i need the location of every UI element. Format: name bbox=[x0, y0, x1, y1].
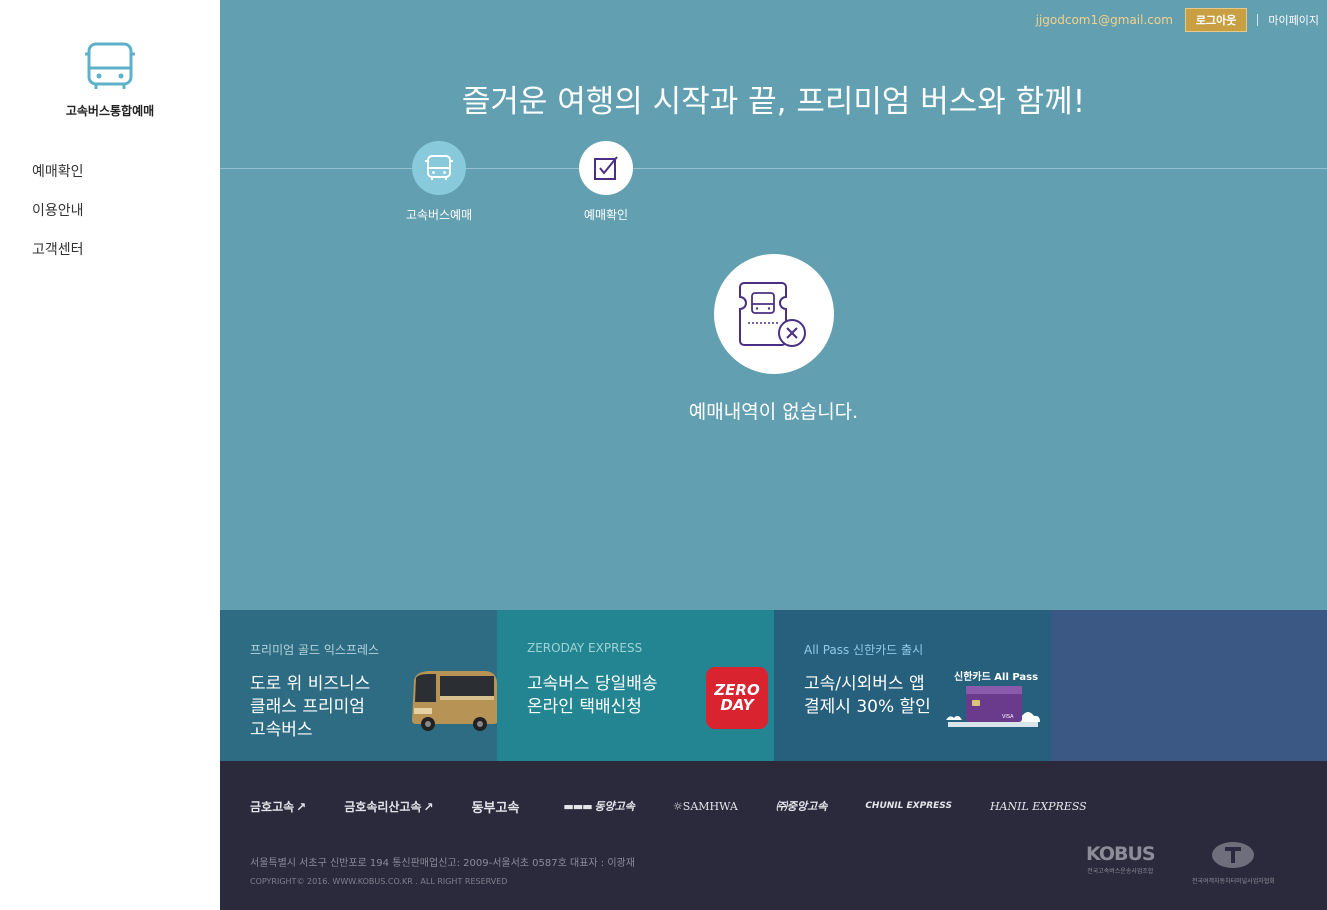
step-bus-reservation[interactable]: 고속버스예매 bbox=[389, 141, 489, 223]
bus-icon bbox=[412, 141, 466, 195]
promo-subtitle: ZERODAY EXPRESS bbox=[527, 641, 643, 655]
stripes-icon: ▬▬▬ bbox=[563, 800, 595, 813]
user-email: jjgodcom1@gmail.com bbox=[1035, 13, 1173, 27]
association-emblem-icon bbox=[1212, 842, 1255, 868]
sidebar: 고속버스통합예매 예매확인 이용안내 고객센터 bbox=[0, 0, 220, 910]
empty-message: 예매내역이 없습니다. bbox=[688, 401, 859, 423]
promo-title: 고속버스 당일배송 온라인 택배신청 bbox=[527, 674, 658, 717]
partner-name: SAMHWA bbox=[682, 799, 738, 813]
terminal-association-logo[interactable]: 전국여객자동차터미널사업자협회 bbox=[1192, 841, 1275, 885]
main-area: jjgodcom1@gmail.com 로그아웃 마이페이지 즐거운 여행의 시… bbox=[220, 0, 1327, 610]
company-address: 서울특별시 서초구 신반포로 194 통신판매업신고: 2009-서울서초 05… bbox=[250, 858, 635, 869]
partner-samhwa[interactable]: ☼SAMHWA bbox=[673, 800, 738, 813]
promo-subtitle: 프리미엄 골드 익스프레스 bbox=[250, 643, 380, 657]
kobus-logo[interactable]: KOBUS 전국고속버스운송사업조합 bbox=[1086, 843, 1156, 875]
promo-banners: 프리미엄 골드 익스프레스 도로 위 비즈니스 클래스 프리미엄 고속버스 ZE… bbox=[220, 610, 1327, 761]
step-line bbox=[220, 168, 1327, 169]
svg-text:VISA: VISA bbox=[1002, 714, 1014, 720]
bus-logo-icon bbox=[82, 40, 138, 92]
footer: 금호고속 ↗ 금호속리산고속 ↗ 동부고속 ▬▬▬ 동양고속 ☼SAMHWA ㈜중앙… bbox=[220, 761, 1327, 910]
no-ticket-icon bbox=[714, 254, 834, 374]
gold-bus-image bbox=[412, 671, 498, 731]
partner-kumho[interactable]: 금호고속 ↗ bbox=[250, 798, 306, 815]
arrow-icon: ↗ bbox=[423, 799, 434, 814]
partner-name: 금호고속 bbox=[250, 799, 295, 814]
shinhan-card-image: VISA bbox=[946, 686, 1040, 727]
brand-logo-link[interactable]: 고속버스통합예매 bbox=[0, 40, 220, 119]
brand-title: 고속버스통합예매 bbox=[65, 104, 155, 118]
promo-subtitle: All Pass 신한카드 출시 bbox=[804, 643, 924, 657]
mypage-link[interactable]: 마이페이지 bbox=[1268, 12, 1319, 28]
menu-customer-center[interactable]: 고객센터 bbox=[32, 240, 84, 279]
copyright: COPYRIGHT© 2016. WWW.KOBUS.CO.KR . ALL R… bbox=[250, 877, 508, 886]
card-caption: 신한카드 All Pass bbox=[954, 672, 1039, 683]
association-name: 전국여객자동차터미널사업자협회 bbox=[1192, 878, 1275, 885]
promo-gold-express[interactable]: 프리미엄 골드 익스프레스 도로 위 비즈니스 클래스 프리미엄 고속버스 bbox=[220, 610, 498, 761]
step-label: 고속버스예매 bbox=[405, 208, 473, 222]
zeroday-logo-text: ZERO DAY bbox=[714, 681, 760, 714]
step-reservation-check[interactable]: 예매확인 bbox=[556, 141, 656, 223]
side-menu: 예매확인 이용안내 고객센터 bbox=[32, 162, 84, 279]
logout-button[interactable]: 로그아웃 bbox=[1184, 8, 1248, 32]
kobus-subtitle: 전국고속버스운송사업조합 bbox=[1087, 868, 1154, 875]
page-headline: 즐거운 여행의 시작과 끝, 프리미엄 버스와 함께! bbox=[461, 84, 1086, 120]
promo-empty bbox=[1051, 610, 1327, 761]
partner-hanil[interactable]: HANIL EXPRESS bbox=[990, 800, 1087, 813]
menu-reservation-check[interactable]: 예매확인 bbox=[32, 162, 84, 201]
sun-icon: ☼ bbox=[672, 799, 683, 813]
promo-zeroday[interactable]: ZERODAY EXPRESS 고속버스 당일배송 온라인 택배신청 ZERO … bbox=[497, 610, 774, 761]
step-label: 예매확인 bbox=[583, 208, 629, 222]
divider bbox=[1257, 14, 1259, 26]
partner-logos: 금호고속 ↗ 금호속리산고속 ↗ 동부고속 ▬▬▬ 동양고속 ☼SAMHWA ㈜중앙… bbox=[250, 791, 1125, 821]
checkbox-icon bbox=[579, 141, 633, 195]
zeroday-logo: ZERO DAY bbox=[706, 667, 768, 729]
promo-shinhan-card[interactable]: All Pass 신한카드 출시 고속/시외버스 앱 결제시 30% 할인 신한… bbox=[774, 610, 1051, 761]
partner-jungang[interactable]: ㈜중앙고속 bbox=[776, 798, 827, 814]
top-bar: jjgodcom1@gmail.com 로그아웃 마이페이지 bbox=[1036, 8, 1327, 32]
partner-kumho-songnisan[interactable]: 금호속리산고속 ↗ bbox=[344, 798, 433, 815]
partner-dongyang[interactable]: ▬▬▬ 동양고속 bbox=[563, 798, 635, 814]
partner-dongbu[interactable]: 동부고속 bbox=[472, 797, 520, 816]
promo-title: 도로 위 비즈니스 클래스 프리미엄 고속버스 bbox=[250, 674, 371, 740]
kobus-name: KOBUS bbox=[1086, 843, 1156, 865]
menu-usage-guide[interactable]: 이용안내 bbox=[32, 201, 84, 240]
partner-name: 동양고속 bbox=[594, 800, 635, 813]
arrow-icon: ↗ bbox=[296, 799, 307, 814]
partner-name: 금호속리산고속 bbox=[344, 799, 422, 814]
partner-chunil[interactable]: CHUNIL EXPRESS bbox=[865, 801, 952, 811]
promo-title: 고속/시외버스 앱 결제시 30% 할인 bbox=[804, 674, 931, 717]
